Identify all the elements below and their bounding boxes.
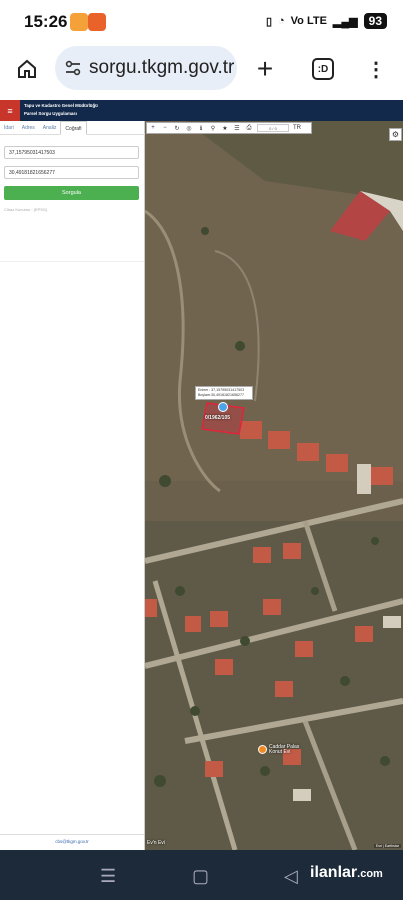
sidebar-tabs: İdari Adres Analiz Coğrafi bbox=[0, 121, 145, 135]
tab-switcher-button[interactable]: :D bbox=[312, 58, 334, 80]
back-icon[interactable]: ◁ bbox=[284, 866, 298, 887]
longitude-input[interactable]: 30,49181821656277 bbox=[4, 166, 139, 179]
poi-label: Caddar Palas Konut Evi bbox=[269, 745, 299, 755]
home-button-icon[interactable]: ▢ bbox=[192, 866, 209, 887]
scale-input[interactable]: 0 / 0 bbox=[257, 124, 289, 132]
poi-pin-icon[interactable] bbox=[258, 745, 267, 754]
poi-label-line2: Konut Evi bbox=[269, 749, 291, 755]
zoom-in-icon[interactable]: + bbox=[147, 125, 159, 131]
satellite-map[interactable]: + − ↻ ◎ ℹ ⚲ ★ ☰ ⎙ 0 / 0 TR ⚙ Enlem : 37,… bbox=[145, 121, 403, 850]
locate-icon[interactable]: ◎ bbox=[183, 125, 195, 132]
site-title-line2: Parsel Sorgu Uygulaması bbox=[24, 111, 77, 116]
network-label: Vo LTE bbox=[290, 15, 327, 27]
popup-longitude: Boylam:30,49181821656277 bbox=[198, 393, 244, 397]
tab-adres[interactable]: Adres bbox=[18, 121, 39, 135]
signal-icon: ▂▄▆ bbox=[332, 15, 358, 28]
footer-email-link[interactable]: cbs@tkgm.gov.tr bbox=[0, 834, 144, 850]
site-title-line1: Tapu ve Kadastro Genel Müdürlüğü bbox=[24, 103, 98, 108]
status-bar: 15:26 ▯ ◔ Vo LTE ▂▄▆ 93 bbox=[0, 0, 403, 40]
device-location-note: Cihaz Konumu : (EPSG) bbox=[4, 207, 48, 212]
coordinate-popup: Enlem : 37,15795031417503 Boylam:30,4918… bbox=[195, 386, 253, 400]
query-sidebar: İdari Adres Analiz Coğrafi 37,1579503141… bbox=[0, 121, 145, 850]
print-icon[interactable]: ⎙ bbox=[243, 125, 255, 132]
brand-name: ilanlar bbox=[310, 864, 358, 881]
clock: 15:26 bbox=[24, 12, 68, 31]
site-settings-icon[interactable] bbox=[63, 58, 83, 78]
home-icon[interactable] bbox=[12, 54, 42, 84]
tab-cografi[interactable]: Coğrafi bbox=[60, 121, 87, 135]
battery-indicator: 93 bbox=[363, 13, 387, 29]
latitude-input[interactable]: 37,15795031417503 bbox=[4, 146, 139, 159]
query-button[interactable]: Sorgula bbox=[4, 186, 139, 200]
more-menu-icon[interactable]: ⋮ bbox=[361, 54, 391, 84]
url-text: sorgu.tkgm.gov.tr bbox=[89, 57, 235, 78]
new-tab-icon[interactable]: + bbox=[250, 53, 280, 84]
vibrate-icon: ▯ bbox=[265, 15, 272, 28]
site-header: ≡ Tapu ve Kadastro Genel Müdürlüğü Parse… bbox=[0, 100, 403, 121]
map-place-label: Ev'n Evi bbox=[147, 840, 165, 846]
favorite-icon[interactable]: ★ bbox=[219, 125, 231, 132]
language-icon[interactable]: TR bbox=[291, 125, 303, 131]
site-title: Tapu ve Kadastro Genel Müdürlüğü Parsel … bbox=[24, 102, 98, 118]
divider bbox=[0, 261, 144, 262]
pin-icon[interactable]: ⚲ bbox=[207, 125, 219, 132]
map-attribution: Esri | Earthstar bbox=[373, 844, 401, 848]
map-toolbar: + − ↻ ◎ ℹ ⚲ ★ ☰ ⎙ 0 / 0 TR bbox=[146, 122, 312, 134]
app-notification-icon bbox=[70, 13, 88, 31]
app-notification-icon-2 bbox=[88, 13, 106, 31]
refresh-icon[interactable]: ↻ bbox=[171, 125, 183, 132]
layers-icon[interactable]: ☰ bbox=[231, 125, 243, 132]
status-icons: ▯ ◔ Vo LTE ▂▄▆ 93 bbox=[266, 13, 387, 29]
map-settings-gear-icon[interactable]: ⚙ bbox=[389, 128, 402, 141]
parcel-label[interactable]: 0/1962/105 bbox=[205, 415, 230, 421]
brand-suffix: .com bbox=[357, 868, 383, 880]
wifi-icon: ◔ bbox=[278, 15, 285, 27]
satellite-imagery bbox=[145, 121, 403, 850]
address-bar[interactable]: sorgu.tkgm.gov.tr bbox=[55, 46, 237, 90]
info-icon[interactable]: ℹ bbox=[195, 125, 207, 132]
system-navigation-bar: ☰ ▢ ◁ ilanlar.com bbox=[0, 850, 403, 900]
location-pin-icon[interactable] bbox=[218, 402, 228, 412]
tab-analiz[interactable]: Analiz bbox=[39, 121, 61, 135]
hamburger-menu-icon[interactable]: ≡ bbox=[0, 100, 20, 121]
zoom-out-icon[interactable]: − bbox=[159, 125, 171, 131]
watermark-logo: ilanlar.com bbox=[310, 864, 383, 882]
tab-idari[interactable]: İdari bbox=[0, 121, 18, 135]
recent-apps-icon[interactable]: ☰ bbox=[100, 866, 116, 887]
